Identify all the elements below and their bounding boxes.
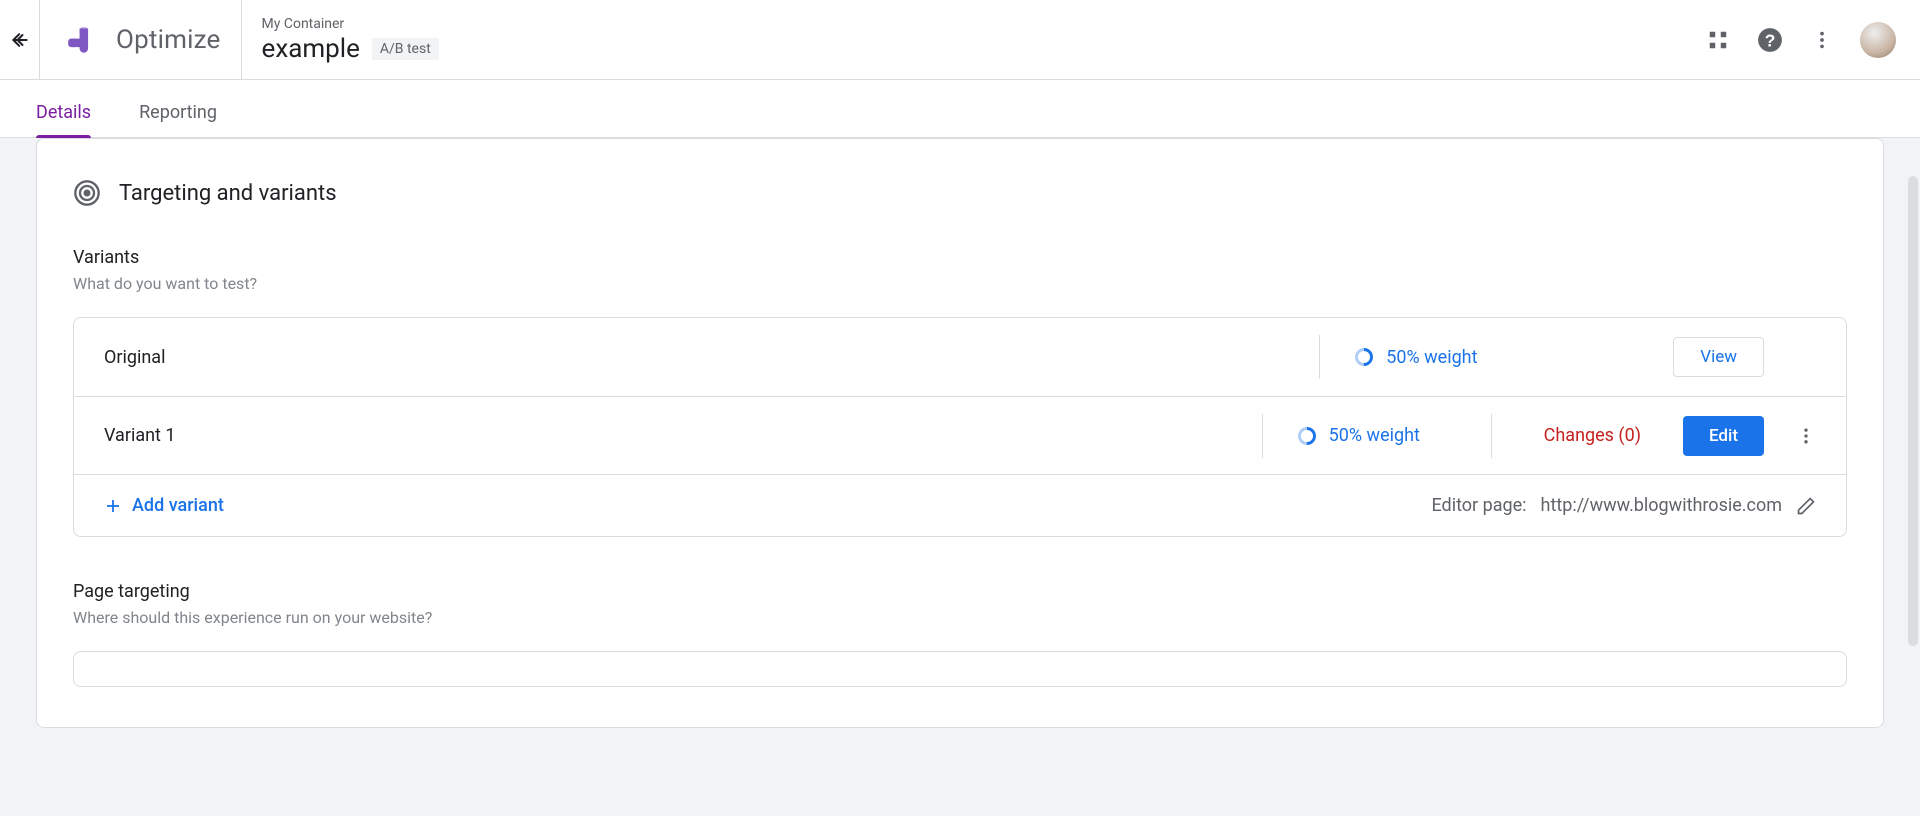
back-button[interactable] bbox=[0, 0, 40, 79]
experiment-title-block: My Container example A/B test bbox=[242, 16, 439, 64]
scrollbar[interactable] bbox=[1908, 176, 1918, 646]
help-button[interactable]: ? bbox=[1748, 18, 1792, 62]
editor-page-info: Editor page: http://www.blogwithrosie.co… bbox=[1431, 495, 1816, 516]
weight-label: 50% weight bbox=[1386, 347, 1477, 368]
edit-button[interactable]: Edit bbox=[1683, 416, 1764, 456]
variants-heading: Variants bbox=[73, 247, 1847, 268]
variant-row-original[interactable]: Original 50% weight View bbox=[74, 318, 1846, 396]
more-button[interactable] bbox=[1800, 18, 1844, 62]
brand-name: Optimize bbox=[116, 25, 221, 55]
target-icon bbox=[73, 179, 101, 207]
page-targeting-heading: Page targeting bbox=[73, 581, 1847, 602]
changes-badge[interactable]: Changes (0) bbox=[1526, 425, 1659, 446]
page-targeting-desc: Where should this experience run on your… bbox=[73, 608, 1847, 627]
app-header: Optimize My Container example A/B test ? bbox=[0, 0, 1920, 80]
experiment-type-badge: A/B test bbox=[372, 38, 439, 60]
variant-more-button[interactable] bbox=[1796, 426, 1816, 446]
view-button[interactable]: View bbox=[1673, 337, 1764, 377]
weight-button[interactable]: 50% weight bbox=[1354, 347, 1514, 368]
add-variant-label: Add variant bbox=[132, 495, 224, 516]
variant-name: Variant 1 bbox=[104, 425, 176, 446]
user-avatar[interactable] bbox=[1860, 22, 1896, 58]
variants-desc: What do you want to test? bbox=[73, 274, 1847, 293]
page-targeting-rules[interactable] bbox=[73, 651, 1847, 687]
weight-button[interactable]: 50% weight bbox=[1297, 425, 1457, 446]
section-title: Targeting and variants bbox=[119, 181, 337, 206]
page-targeting-section: Page targeting Where should this experie… bbox=[73, 581, 1847, 687]
editor-page-label: Editor page: bbox=[1431, 495, 1526, 516]
plus-icon bbox=[104, 497, 122, 515]
weight-label: 50% weight bbox=[1329, 425, 1420, 446]
tab-details[interactable]: Details bbox=[36, 102, 91, 137]
variants-footer: Add variant Editor page: http://www.blog… bbox=[74, 474, 1846, 536]
apps-icon bbox=[1707, 29, 1729, 51]
tab-reporting[interactable]: Reporting bbox=[139, 102, 217, 137]
container-label: My Container bbox=[262, 16, 439, 32]
apps-button[interactable] bbox=[1696, 18, 1740, 62]
tabs: Details Reporting bbox=[0, 80, 1920, 138]
pencil-icon[interactable] bbox=[1796, 496, 1816, 516]
add-variant-button[interactable]: Add variant bbox=[104, 495, 224, 516]
arrow-left-icon bbox=[10, 30, 30, 50]
editor-page-url: http://www.blogwithrosie.com bbox=[1541, 495, 1782, 516]
targeting-card: Targeting and variants Variants What do … bbox=[36, 138, 1884, 728]
svg-text:?: ? bbox=[1765, 30, 1776, 50]
donut-icon bbox=[1297, 426, 1317, 446]
variants-list: Original 50% weight View Variant 1 bbox=[73, 317, 1847, 537]
experiment-name: example bbox=[262, 34, 360, 64]
more-vert-icon bbox=[1811, 29, 1833, 51]
help-icon: ? bbox=[1757, 27, 1783, 53]
variant-name: Original bbox=[104, 347, 165, 368]
optimize-logo-icon bbox=[64, 23, 98, 57]
content-area: Targeting and variants Variants What do … bbox=[0, 138, 1920, 816]
donut-icon bbox=[1354, 347, 1374, 367]
variant-row-1[interactable]: Variant 1 50% weight Changes (0) Edit bbox=[74, 396, 1846, 474]
brand-area: Optimize bbox=[40, 0, 242, 79]
